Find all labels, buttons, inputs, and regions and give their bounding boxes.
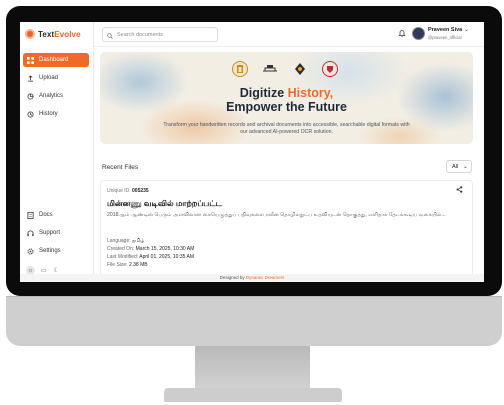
recent-files-heading: Recent Files: [102, 164, 139, 171]
monitor-stand-neck: [195, 346, 310, 390]
analytics-icon: [27, 92, 34, 100]
partner-logo-icon: [292, 61, 308, 77]
institute-logo-icon: [262, 61, 278, 77]
chevron-down-icon: ⌄: [463, 163, 468, 170]
upload-icon: [27, 74, 34, 82]
history-icon: [27, 110, 34, 118]
hero-title: Digitize History, Empower the Future: [226, 86, 347, 114]
file-card[interactable]: Unique ID: 005235 மின்னணு வடிவில் மாற்றப…: [100, 180, 473, 282]
file-title[interactable]: மின்னணு வடிவில் மாற்றப்பட்ட: [107, 199, 222, 209]
headset-icon: [27, 230, 34, 237]
notification-bell-icon[interactable]: [398, 29, 406, 39]
app-screen: TextEvolve Dashboard Upload Analytics Hi…: [20, 22, 484, 282]
sidebar-item-support[interactable]: Support: [23, 226, 89, 240]
gear-icon: [27, 248, 34, 255]
partner-emblems: [232, 61, 338, 77]
monitor-stand-base: [164, 388, 342, 402]
sidebar-item-label: Support: [39, 230, 61, 236]
app-logo[interactable]: TextEvolve: [25, 29, 81, 39]
file-created: Created On: March 15, 2025, 10:30 AM: [107, 246, 195, 252]
file-description: 2018ஆம் ஆண்டின் பெரும் அளவிலான கையெழுத்த…: [107, 212, 446, 218]
main-content: Digitize History, Empower the Future Tra…: [94, 48, 484, 282]
user-handle: @praveen_official: [428, 35, 462, 40]
file-modified: Last Modified: April 01, 2025, 10:35 AM: [107, 254, 195, 260]
sidebar-item-history[interactable]: History: [23, 107, 89, 121]
sidebar-item-upload[interactable]: Upload: [23, 71, 89, 85]
chevron-down-icon[interactable]: ⌄: [464, 26, 469, 33]
user-name[interactable]: Praveen Siva: [428, 27, 462, 33]
sidebar-item-analytics[interactable]: Analytics: [23, 89, 89, 103]
search-input[interactable]: [117, 31, 213, 38]
sidebar: TextEvolve Dashboard Upload Analytics Hi…: [20, 22, 94, 282]
unique-id: Unique ID: 005235: [107, 188, 149, 194]
sidebar-item-label: Upload: [39, 75, 59, 81]
top-header: Praveen Siva @praveen_official ⌄: [94, 22, 484, 47]
sidebar-item-dashboard[interactable]: Dashboard: [23, 53, 89, 67]
logo-text: TextEvolve: [38, 29, 81, 39]
sidebar-item-label: Analytics: [39, 93, 64, 99]
monitor-frame: TextEvolve Dashboard Upload Analytics Hi…: [0, 0, 504, 405]
sidebar-item-label: Dashboard: [39, 57, 69, 63]
share-icon[interactable]: [456, 186, 463, 195]
sidebar-item-docs[interactable]: Docs: [23, 208, 89, 222]
logo-icon: [25, 29, 35, 39]
university-crest-icon: [322, 61, 338, 77]
file-language: Language: தமிழ்: [107, 238, 145, 244]
footer: Designed by Dynamic Dreamers: [20, 274, 484, 282]
search-box[interactable]: [102, 27, 218, 42]
filter-select[interactable]: All ⌄: [446, 160, 472, 173]
monitor-chin: [6, 296, 502, 346]
sidebar-item-label: Docs: [39, 212, 53, 218]
sidebar-item-label: History: [39, 111, 58, 117]
file-size: File Size: 2.38 MB: [107, 262, 148, 268]
search-icon: [107, 26, 113, 44]
government-seal-icon: [232, 61, 248, 77]
sidebar-item-settings[interactable]: Settings: [23, 244, 89, 258]
sidebar-item-label: Settings: [39, 248, 61, 254]
grid-icon: [27, 56, 34, 64]
hero-subtitle: Transform your handwritten records and a…: [163, 122, 410, 135]
hero-banner: Digitize History, Empower the Future Tra…: [100, 52, 473, 144]
filter-value: All: [452, 163, 459, 170]
avatar[interactable]: [412, 27, 425, 40]
footer-brand: Dynamic Dreamers: [245, 275, 285, 280]
docs-icon: [27, 211, 34, 219]
